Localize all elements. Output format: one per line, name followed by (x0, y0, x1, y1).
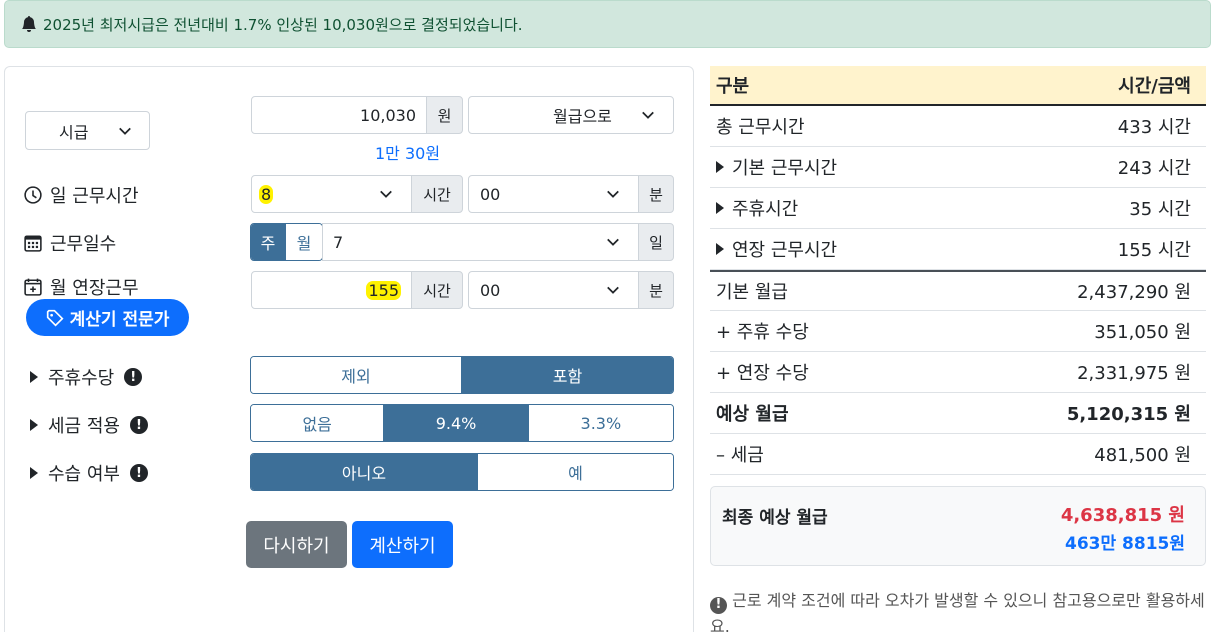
calendar-plus-icon (24, 278, 42, 296)
reset-button[interactable]: 다시하기 (246, 521, 347, 568)
caret-right-icon (716, 202, 724, 214)
chevron-down-icon (607, 238, 619, 246)
work-days-select[interactable]: 7 (322, 223, 639, 261)
work-days-period-toggle: 주 월 (250, 223, 323, 261)
table-row: + 주휴 수당 351,050 원 (710, 311, 1206, 352)
work-days-unit: 일 (638, 223, 674, 261)
table-header: 구분 시간/금액 (710, 66, 1206, 106)
chevron-down-icon (607, 190, 619, 198)
pay-type-value: 시급 (59, 122, 89, 142)
table-row: 주휴시간 35 시간 (710, 188, 1206, 229)
caret-right-icon (716, 161, 724, 173)
announcement-alert: 2025년 최저시급은 전년대비 1.7% 인상된 10,030원으로 결정되었… (4, 0, 1211, 48)
weekly-allowance-toggle: 제외 포함 (250, 356, 674, 394)
caret-right-icon (716, 243, 724, 255)
probation-option[interactable]: 예 (477, 454, 673, 490)
daily-hours-label: 일 근무시간 (24, 182, 139, 208)
final-salary-korean: 463만 8815원 (1065, 534, 1185, 554)
chevron-down-icon (119, 127, 131, 135)
daily-hours-select[interactable]: 8 (251, 175, 412, 213)
probation-option[interactable]: 아니오 (251, 454, 478, 490)
final-salary-label: 최종 예상 월급 (722, 508, 828, 528)
wage-unit-addon: 원 (426, 96, 463, 134)
tax-option[interactable]: 3.3% (528, 405, 673, 441)
table-row: – 세금 481,500 원 (710, 434, 1206, 475)
daily-hours-unit: 시간 (411, 175, 463, 213)
results-table: 구분 시간/금액 총 근무시간 433 시간 기본 근무시간 243 시간 주휴시간… (710, 66, 1206, 475)
calculate-button[interactable]: 계산하기 (352, 521, 453, 568)
clock-icon (24, 186, 42, 204)
tab-week[interactable]: 주 (251, 224, 287, 260)
chevron-down-icon (380, 190, 392, 198)
overtime-minutes-unit: 분 (638, 271, 674, 309)
tag-icon (46, 309, 64, 327)
final-salary-box: 최종 예상 월급 4,638,815 원 463만 8815원 (710, 486, 1206, 566)
daily-minutes-select[interactable]: 00 (468, 175, 639, 213)
caret-right-icon (30, 419, 38, 431)
exclamation-icon: ! (710, 596, 727, 614)
table-row: 기본 근무시간 243 시간 (710, 147, 1206, 188)
chevron-down-icon (607, 286, 619, 294)
convert-select[interactable]: 월급으로 (468, 96, 674, 134)
table-row: 총 근무시간 433 시간 (710, 106, 1206, 147)
calendar-icon (24, 235, 42, 252)
bell-icon (22, 16, 36, 32)
expert-calculator-button[interactable]: 계산기 전문가 (26, 299, 189, 336)
tax-label[interactable]: 세금 적용 ! (30, 412, 148, 438)
work-days-label: 근무일수 (24, 230, 116, 256)
overtime-minutes-select[interactable]: 00 (468, 271, 639, 309)
tab-month[interactable]: 월 (286, 224, 322, 260)
daily-minutes-unit: 분 (638, 175, 674, 213)
exclamation-icon[interactable]: ! (129, 464, 148, 482)
caret-right-icon (30, 371, 38, 383)
weekly-allowance-option[interactable]: 포함 (462, 357, 673, 393)
caret-right-icon (30, 467, 38, 479)
table-row: 기본 월급 2,437,290 원 (710, 270, 1206, 311)
chevron-down-icon (642, 111, 654, 119)
probation-label[interactable]: 수습 여부 ! (30, 460, 148, 486)
wage-korean-text: 1만 30원 (375, 144, 441, 163)
disclaimer-note: ! 근로 계약 조건에 따라 오차가 발생할 수 있으니 참고용으로만 활용하세… (710, 591, 1205, 632)
table-row: + 연장 수당 2,331,975 원 (710, 352, 1206, 393)
tax-option[interactable]: 없음 (251, 405, 385, 441)
wage-input[interactable]: 10,030 (251, 96, 427, 134)
overtime-hours-unit: 시간 (411, 271, 463, 309)
calculator-form-card (4, 66, 694, 632)
weekly-allowance-option[interactable]: 제외 (251, 357, 462, 393)
table-row: 예상 월급 5,120,315 원 (710, 393, 1206, 434)
weekly-allowance-label[interactable]: 주휴수당 ! (30, 364, 143, 390)
pay-type-select[interactable]: 시급 (25, 111, 150, 150)
exclamation-icon[interactable]: ! (129, 416, 148, 434)
overtime-hours-input[interactable]: 155 (251, 271, 412, 309)
table-row: 연장 근무시간 155 시간 (710, 229, 1206, 270)
tax-toggle: 없음 9.4% 3.3% (250, 404, 674, 442)
tax-option[interactable]: 9.4% (384, 405, 529, 441)
alert-text: 2025년 최저시급은 전년대비 1.7% 인상된 10,030원으로 결정되었… (43, 15, 523, 34)
probation-toggle: 아니오 예 (250, 453, 674, 491)
final-salary-amount: 4,638,815 원 (1060, 505, 1185, 526)
exclamation-icon[interactable]: ! (124, 368, 143, 386)
overtime-label: 월 연장근무 (24, 274, 139, 300)
